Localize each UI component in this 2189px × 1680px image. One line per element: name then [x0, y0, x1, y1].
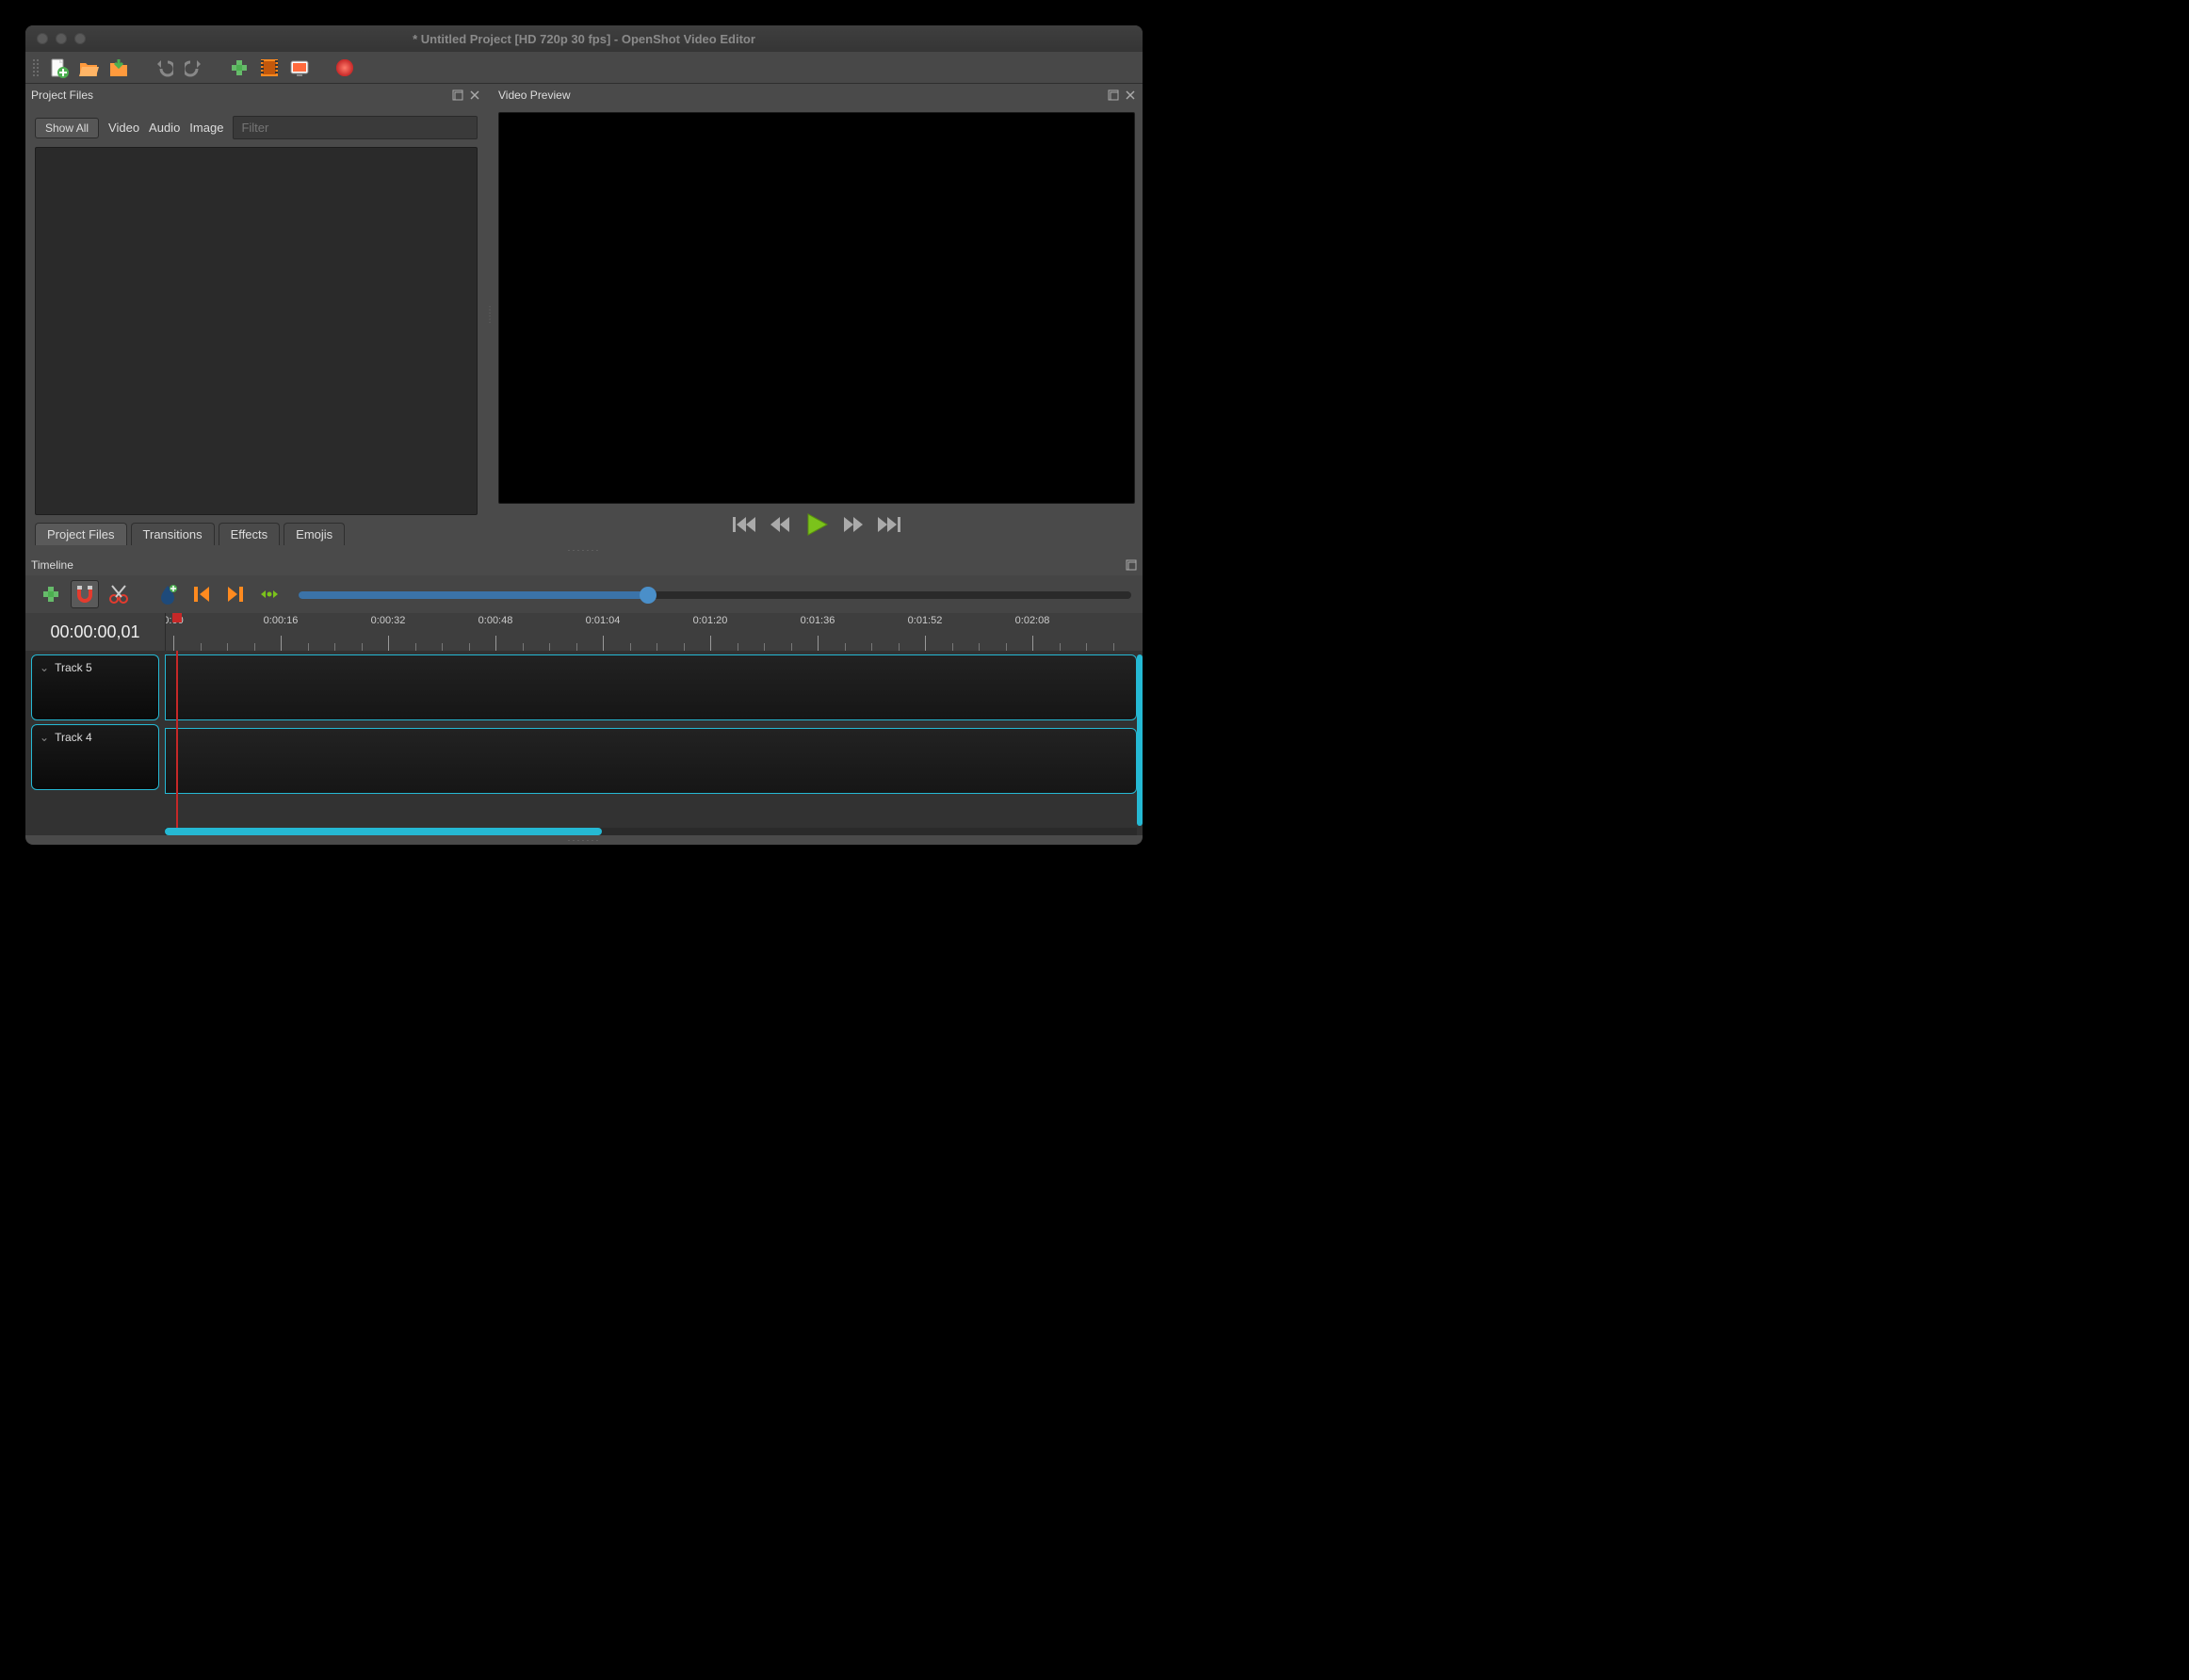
video-preview-title: Video Preview: [498, 89, 571, 102]
track-lane[interactable]: [165, 728, 1137, 794]
filter-image-tab[interactable]: Image: [189, 121, 223, 135]
timeline-panel: Timeline 00:00:00,01: [25, 555, 1143, 835]
tab-emojis[interactable]: Emojis: [284, 523, 345, 545]
left-tabs: Project Files Transitions Effects Emojis: [35, 521, 478, 545]
app-window: * Untitled Project [HD 720p 30 fps] - Op…: [25, 25, 1143, 845]
tab-effects[interactable]: Effects: [219, 523, 281, 545]
save-project-button[interactable]: [106, 56, 131, 80]
fullscreen-button[interactable]: [287, 56, 312, 80]
show-all-button[interactable]: Show All: [35, 118, 99, 138]
skip-end-button[interactable]: [878, 515, 900, 534]
snapping-button[interactable]: [71, 580, 99, 608]
undo-button[interactable]: [152, 56, 176, 80]
ruler-label: 0:00:16: [264, 615, 299, 626]
timeline-title: Timeline: [31, 558, 73, 572]
add-marker-button[interactable]: [154, 580, 182, 608]
razor-button[interactable]: [105, 580, 133, 608]
titlebar: * Untitled Project [HD 720p 30 fps] - Op…: [25, 25, 1143, 52]
transport-controls: [498, 504, 1135, 545]
prev-marker-button[interactable]: [187, 580, 216, 608]
detach-panel-icon[interactable]: [451, 89, 464, 102]
open-project-button[interactable]: [76, 56, 101, 80]
toolbar-grip[interactable]: [31, 57, 39, 78]
chevron-down-icon: ⌄: [40, 731, 49, 744]
timeline-header: Timeline: [25, 555, 1143, 575]
filter-input[interactable]: [233, 116, 478, 139]
horizontal-scrollbar[interactable]: [165, 828, 1137, 835]
import-files-button[interactable]: [227, 56, 251, 80]
add-track-button[interactable]: [37, 580, 65, 608]
play-button[interactable]: [804, 512, 829, 537]
time-ruler[interactable]: 0:000:00:160:00:320:00:480:01:040:01:200…: [165, 613, 1143, 651]
horizontal-splitter[interactable]: ·······: [25, 545, 1143, 555]
export-video-button[interactable]: [332, 56, 357, 80]
track-lane[interactable]: [165, 654, 1137, 720]
close-panel-icon[interactable]: [468, 89, 481, 102]
project-files-list[interactable]: [35, 147, 478, 515]
vertical-scrollbar[interactable]: [1137, 654, 1143, 826]
timeline-toolbar: [25, 575, 1143, 613]
video-preview-header: Video Preview: [493, 84, 1143, 106]
project-files-header: Project Files: [25, 84, 487, 106]
ruler-label: 0:00:48: [478, 615, 513, 626]
detach-timeline-icon[interactable]: [1126, 559, 1137, 571]
time-display: 00:00:00,01: [25, 613, 165, 651]
window-resize-handle[interactable]: ·······: [25, 835, 1143, 845]
center-playhead-button[interactable]: [255, 580, 284, 608]
window-title: * Untitled Project [HD 720p 30 fps] - Op…: [25, 32, 1143, 46]
track-name: Track 4: [55, 731, 92, 744]
ruler-label: 0:01:36: [801, 615, 835, 626]
next-marker-button[interactable]: [221, 580, 250, 608]
track-label[interactable]: ⌄ Track 4: [31, 724, 159, 790]
zoom-slider[interactable]: [299, 583, 1131, 606]
rewind-button[interactable]: [769, 515, 791, 534]
ruler-label: 0:01:20: [693, 615, 728, 626]
ruler-label: 0:00:32: [371, 615, 406, 626]
track-label[interactable]: ⌄ Track 5: [31, 654, 159, 720]
main-toolbar: [25, 52, 1143, 84]
chevron-down-icon: ⌄: [40, 661, 49, 674]
ruler-label: 0:01:52: [908, 615, 943, 626]
tab-transitions[interactable]: Transitions: [131, 523, 215, 545]
upper-area: Project Files Show All Video Audio Image: [25, 84, 1143, 545]
new-project-button[interactable]: [46, 56, 71, 80]
project-files-title: Project Files: [31, 89, 93, 102]
fast-forward-button[interactable]: [842, 515, 865, 534]
detach-preview-icon[interactable]: [1107, 89, 1120, 102]
track-lanes[interactable]: [165, 651, 1143, 835]
close-preview-icon[interactable]: [1124, 89, 1137, 102]
track-name: Track 5: [55, 661, 92, 674]
tracks-area: ⌄ Track 5 ⌄ Track 4: [25, 651, 1143, 835]
project-files-panel: Project Files Show All Video Audio Image: [25, 84, 487, 545]
filter-audio-tab[interactable]: Audio: [149, 121, 180, 135]
tab-project-files[interactable]: Project Files: [35, 523, 127, 545]
redo-button[interactable]: [182, 56, 206, 80]
ruler-label: 0:01:04: [586, 615, 621, 626]
preview-canvas[interactable]: [498, 112, 1135, 504]
ruler-label: 0:02:08: [1015, 615, 1050, 626]
playhead[interactable]: [176, 651, 178, 835]
skip-start-button[interactable]: [733, 515, 755, 534]
track-labels: ⌄ Track 5 ⌄ Track 4: [25, 651, 165, 835]
filter-video-tab[interactable]: Video: [108, 121, 139, 135]
choose-profile-button[interactable]: [257, 56, 282, 80]
video-preview-panel: Video Preview: [493, 84, 1143, 545]
project-files-filter-row: Show All Video Audio Image: [35, 116, 478, 139]
ruler-row: 00:00:00,01 0:000:00:160:00:320:00:480:0…: [25, 613, 1143, 651]
